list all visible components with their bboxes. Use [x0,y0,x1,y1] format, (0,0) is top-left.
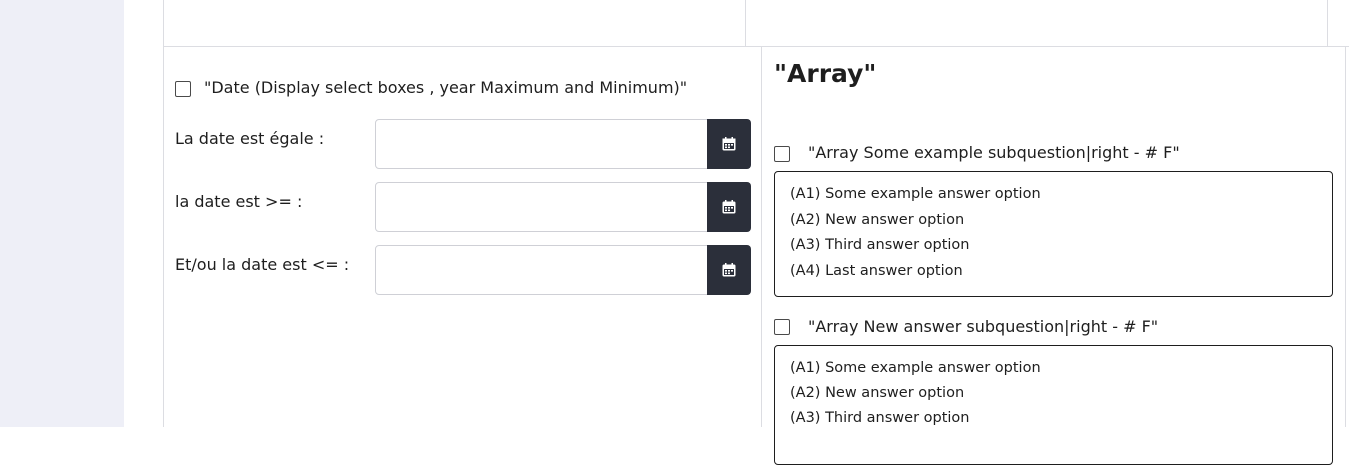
list-item[interactable]: (A3) Third answer option [790,237,970,253]
array-subquestion-label: "Array Some example subquestion|right - … [808,143,1180,162]
array-title: "Array" [774,59,877,88]
date-gte-calendar-button[interactable] [707,182,751,232]
list-item[interactable]: (A1) Some example answer option [790,186,1041,202]
list-item[interactable]: (A1) Some example answer option [790,360,1041,376]
main-content: "Date (Display select boxes , year Maxim… [124,0,1349,465]
date-filter-checkbox[interactable] [175,81,191,97]
date-lte-input[interactable] [375,245,708,295]
calendar-icon [722,200,736,214]
array-subquestion-checkbox[interactable] [774,319,790,335]
array-subquestion-checkbox[interactable] [774,146,790,162]
array-panel: "Array" "Array Some example subquestion|… [761,47,1346,465]
column-divider [745,0,746,46]
date-lte-calendar-button[interactable] [707,245,751,295]
date-equal-input[interactable] [375,119,708,169]
list-item[interactable]: (A4) Last answer option [790,263,963,279]
column-divider [1327,0,1328,46]
date-equal-label: La date est égale : [175,129,325,148]
date-gte-input[interactable] [375,182,708,232]
calendar-icon [722,137,736,151]
calendar-icon [722,263,736,277]
date-gte-label: la date est >= : [175,192,303,211]
date-filter-panel: "Date (Display select boxes , year Maxim… [163,47,762,427]
list-item[interactable]: (A2) New answer option [790,385,964,401]
date-lte-label: Et/ou la date est <= : [175,255,350,274]
array-subquestion-label: "Array New answer subquestion|right - # … [808,317,1159,336]
list-item[interactable]: (A2) New answer option [790,212,964,228]
date-equal-calendar-button[interactable] [707,119,751,169]
list-item[interactable]: (A3) Third answer option [790,410,970,426]
array-options-list[interactable]: (A1) Some example answer option (A2) New… [774,171,1333,297]
top-row [163,0,1349,47]
array-options-list[interactable]: (A1) Some example answer option (A2) New… [774,345,1333,465]
date-filter-label: "Date (Display select boxes , year Maxim… [204,78,688,97]
sidebar [0,0,124,427]
